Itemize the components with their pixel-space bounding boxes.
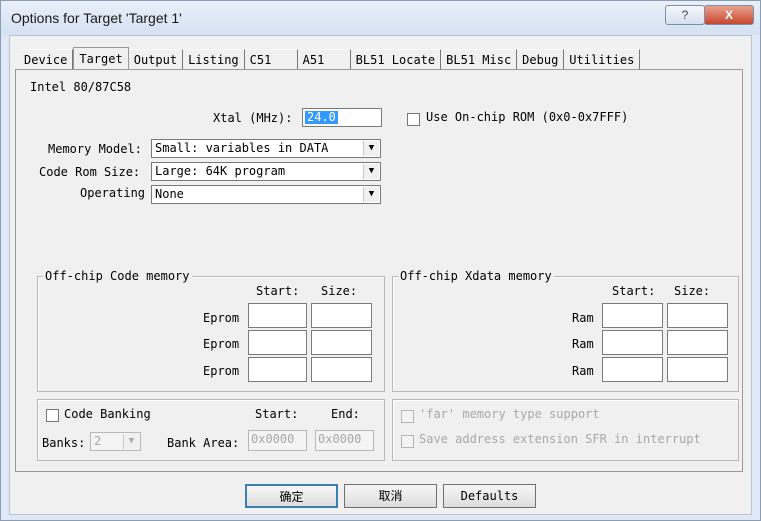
ram-size-input[interactable] xyxy=(667,303,728,328)
tab-utilities[interactable]: Utilities xyxy=(564,49,641,70)
tab-bl51-locate[interactable]: BL51 Locate xyxy=(350,49,442,70)
use-onchip-rom-checkbox[interactable] xyxy=(407,113,420,126)
eprom-start-input[interactable] xyxy=(248,330,307,355)
offchip-xdata-start-header: Start: xyxy=(612,284,656,298)
ok-button[interactable]: 确定 xyxy=(245,484,338,508)
xtal-input[interactable]: 24.0 xyxy=(302,108,382,127)
window-title: Options for Target 'Target 1' xyxy=(11,10,182,26)
eprom-size-input[interactable] xyxy=(311,357,372,382)
ram-start-input[interactable] xyxy=(602,303,663,328)
far-memory-label: 'far' memory type support xyxy=(419,407,600,421)
tab-bl51-misc[interactable]: BL51 Misc xyxy=(441,49,518,70)
tab-device[interactable]: Device xyxy=(19,49,74,70)
chevron-down-icon: ▼ xyxy=(363,187,379,202)
tab-a51[interactable]: A51 xyxy=(297,49,351,70)
eprom-size-input[interactable] xyxy=(311,303,372,328)
tab-listing[interactable]: Listing xyxy=(183,49,245,70)
cancel-button[interactable]: 取消 xyxy=(344,484,437,508)
chevron-down-icon: ▼ xyxy=(363,141,379,156)
tab-target[interactable]: Target xyxy=(73,47,129,71)
operating-value: None xyxy=(155,187,184,201)
tab-output[interactable]: Output xyxy=(128,49,184,70)
eprom-start-input[interactable] xyxy=(248,357,307,382)
bank-end-input[interactable]: 0x0000 xyxy=(315,430,374,451)
memory-model-label: Memory Model: xyxy=(48,142,142,156)
ram-size-input[interactable] xyxy=(667,330,728,355)
tab-strip: Device Target Output Listing C51 A51 BL5… xyxy=(19,46,641,71)
ram-size-input[interactable] xyxy=(667,357,728,382)
tab-debug[interactable]: Debug xyxy=(517,49,565,70)
defaults-button[interactable]: Defaults xyxy=(443,484,536,508)
eprom-label: Eprom xyxy=(203,337,240,351)
title-bar[interactable]: Options for Target 'Target 1' ? X xyxy=(1,1,760,35)
options-dialog: Options for Target 'Target 1' ? X Device… xyxy=(0,0,761,521)
device-name: Intel 80/87C58 xyxy=(30,80,132,94)
code-rom-size-select[interactable]: Large: 64K program ▼ xyxy=(151,162,381,181)
banks-select[interactable]: 2 ▼ xyxy=(90,432,141,451)
memory-model-select[interactable]: Small: variables in DATA ▼ xyxy=(151,139,381,158)
offchip-xdata-size-header: Size: xyxy=(674,284,711,298)
banking-end-header: End: xyxy=(331,407,360,421)
code-rom-size-value: Large: 64K program xyxy=(155,164,286,178)
offchip-code-start-header: Start: xyxy=(256,284,300,298)
ram-label: Ram xyxy=(572,364,594,378)
memory-model-value: Small: variables in DATA xyxy=(155,141,329,155)
offchip-code-title: Off-chip Code memory xyxy=(43,269,192,283)
chevron-down-icon: ▼ xyxy=(123,434,139,449)
operating-select[interactable]: None ▼ xyxy=(151,185,381,204)
close-button[interactable]: X xyxy=(704,5,754,25)
xtal-label: Xtal (MHz): xyxy=(213,111,293,125)
far-memory-checkbox[interactable] xyxy=(401,410,414,423)
code-rom-size-label: Code Rom Size: xyxy=(39,165,141,179)
code-banking-checkbox[interactable] xyxy=(46,409,59,422)
ram-label: Ram xyxy=(572,337,594,351)
operating-label: Operating xyxy=(80,186,146,200)
bank-area-label: Bank Area: xyxy=(167,436,240,450)
banks-value: 2 xyxy=(94,434,102,448)
use-onchip-rom-label: Use On-chip ROM (0x0-0x7FFF) xyxy=(426,110,629,124)
eprom-start-input[interactable] xyxy=(248,303,307,328)
eprom-label: Eprom xyxy=(203,364,240,378)
eprom-label: Eprom xyxy=(203,311,240,325)
chevron-down-icon: ▼ xyxy=(363,164,379,179)
eprom-size-input[interactable] xyxy=(311,330,372,355)
banks-label: Banks: xyxy=(42,436,86,450)
bank-start-input[interactable]: 0x0000 xyxy=(248,430,307,451)
ram-start-input[interactable] xyxy=(602,357,663,382)
xtal-value: 24.0 xyxy=(305,110,338,124)
save-address-label: Save address extension SFR in interrupt xyxy=(419,432,701,446)
code-banking-label: Code Banking xyxy=(64,407,151,421)
ram-label: Ram xyxy=(572,311,594,325)
offchip-xdata-title: Off-chip Xdata memory xyxy=(398,269,554,283)
tab-c51[interactable]: C51 xyxy=(244,49,298,70)
save-address-checkbox[interactable] xyxy=(401,435,414,448)
help-button[interactable]: ? xyxy=(665,5,705,25)
banking-start-header: Start: xyxy=(255,407,299,421)
ram-start-input[interactable] xyxy=(602,330,663,355)
offchip-code-size-header: Size: xyxy=(321,284,358,298)
